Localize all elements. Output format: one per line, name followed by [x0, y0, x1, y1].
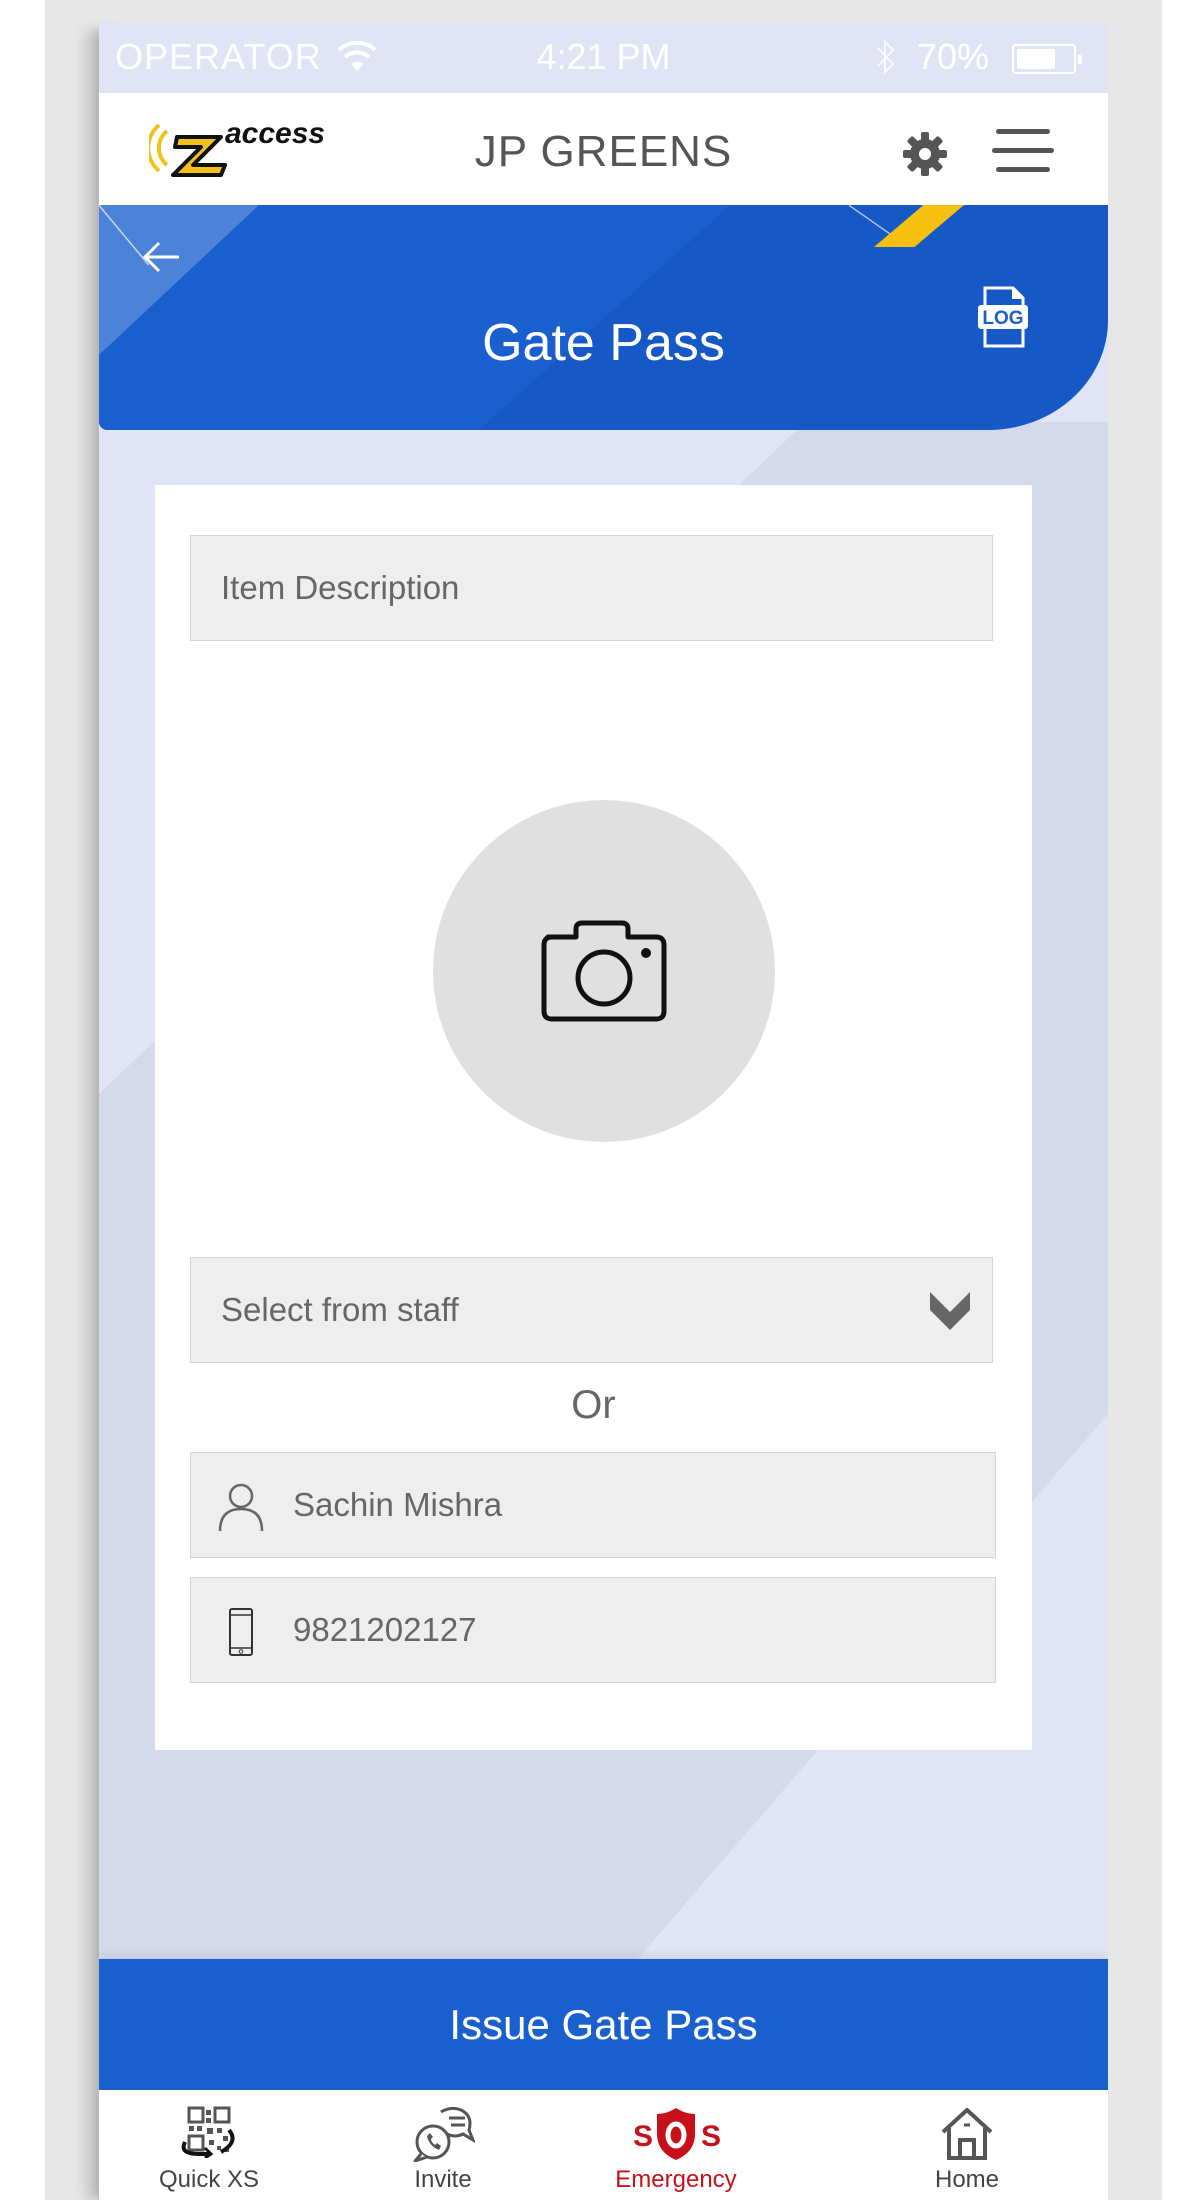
sos-shield-icon: S S [633, 2108, 721, 2160]
staff-select-dropdown[interactable]: Select from staff [190, 1257, 993, 1363]
nav-label: Quick XS [158, 2166, 260, 2193]
staff-select-placeholder: Select from staff [221, 1291, 459, 1328]
svg-text:S: S [701, 2120, 721, 2153]
nav-label: Home [934, 2166, 1000, 2193]
nav-item-home[interactable]: Home [877, 2090, 1057, 2200]
community-title: JP GREENS [474, 127, 733, 176]
bluetooth-icon [875, 36, 897, 83]
battery-nub [1078, 55, 1082, 64]
hamburger-menu-icon[interactable] [992, 127, 1054, 175]
nav-item-emergency[interactable]: S S Emergency [586, 2090, 766, 2200]
page-title: Gate Pass [482, 314, 725, 372]
add-photo-button[interactable] [433, 800, 775, 1142]
nav-label: Emergency [615, 2166, 737, 2193]
issue-gate-pass-button[interactable]: Issue Gate Pass [99, 1959, 1108, 2090]
phone-screen: OPERATOR 4:21 PM 70% access JP GREENS Ga… [99, 22, 1108, 2200]
settings-gear-icon[interactable] [902, 131, 948, 177]
gate-pass-form: Item Description Select from staff Or Sa… [155, 485, 1032, 1750]
nav-label: Invite [414, 2166, 472, 2193]
log-file-icon: LOG [978, 286, 1028, 348]
status-bar: OPERATOR 4:21 PM 70% [99, 22, 1108, 93]
menu-bar [996, 129, 1050, 134]
chevron-down-icon [930, 1292, 970, 1330]
phone-value: 9821202127 [293, 1611, 477, 1648]
user-icon [218, 1483, 264, 1532]
nav-item-quick-xs[interactable]: Quick XS [119, 2090, 299, 2200]
camera-icon [541, 920, 667, 1022]
svg-text:LOG: LOG [982, 308, 1023, 329]
battery-level-fill [1017, 49, 1055, 69]
mobile-phone-icon [229, 1608, 253, 1656]
chat-bubbles-icon [413, 2106, 475, 2162]
name-value: Sachin Mishra [293, 1486, 503, 1523]
battery-icon [1012, 44, 1082, 74]
nav-item-invite[interactable]: Invite [353, 2090, 533, 2200]
app-header: access JP GREENS [99, 93, 1108, 205]
arrow-left-icon [142, 241, 179, 273]
back-button[interactable] [139, 235, 183, 279]
item-description-placeholder: Item Description [221, 569, 460, 606]
home-icon [941, 2108, 993, 2160]
or-divider-label: Or [571, 1383, 616, 1427]
item-description-input[interactable]: Item Description [190, 535, 993, 641]
phone-input[interactable]: 9821202127 [190, 1577, 996, 1683]
name-input[interactable]: Sachin Mishra [190, 1452, 996, 1558]
log-button[interactable]: LOG [975, 285, 1031, 349]
menu-bar [992, 148, 1054, 153]
battery-percentage: 70% [917, 36, 990, 77]
qr-code-icon [181, 2106, 235, 2158]
page-banner: Gate Pass LOG [99, 205, 1108, 430]
menu-bar [996, 167, 1050, 172]
bottom-navigation: Quick XS Invite S S Emergency Home [99, 2090, 1108, 2200]
svg-text:S: S [633, 2120, 653, 2153]
